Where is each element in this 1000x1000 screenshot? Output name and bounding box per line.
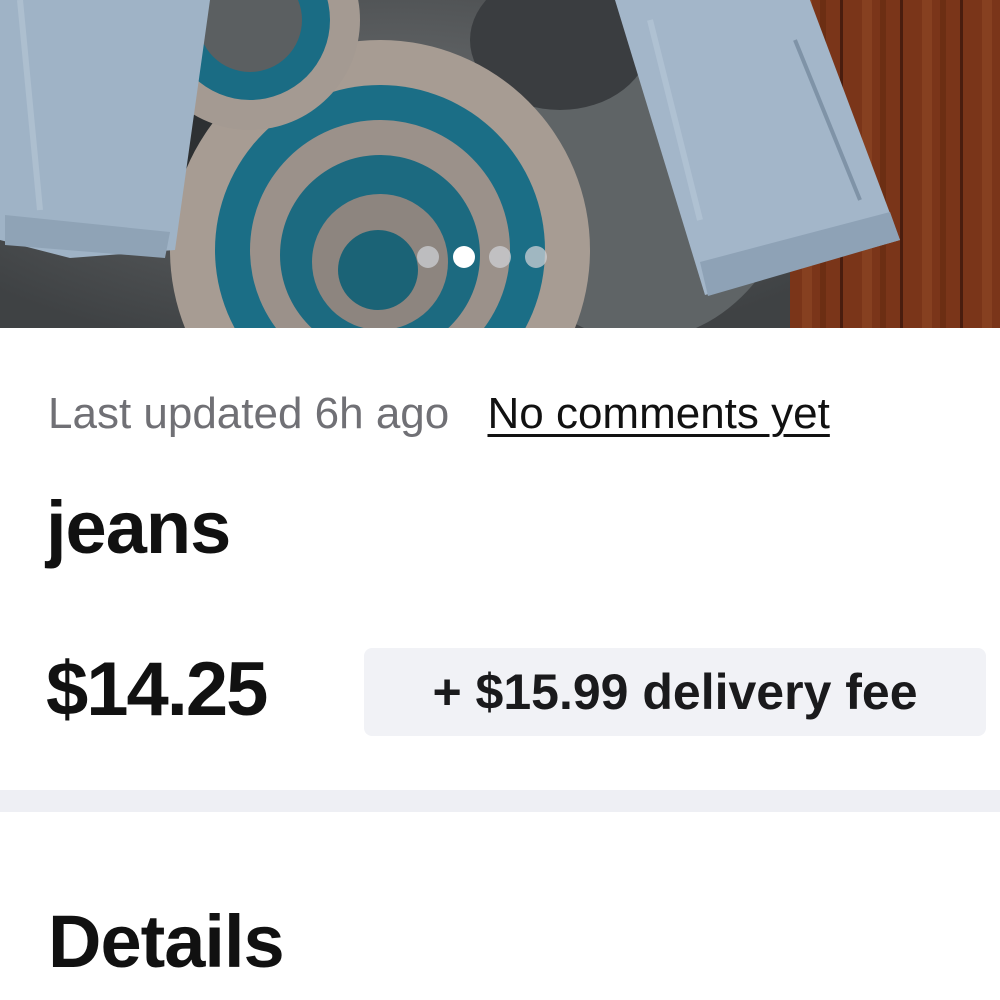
carousel-pagination [415, 243, 587, 271]
carousel-dot[interactable] [489, 246, 511, 268]
carousel-dot[interactable] [417, 246, 439, 268]
listing-photo-carousel[interactable] [0, 0, 1000, 328]
comments-link[interactable]: No comments yet [487, 389, 829, 438]
listing-title: jeans [46, 486, 231, 569]
listing-photo [0, 0, 1000, 328]
listing-price: $14.25 [46, 647, 268, 732]
section-divider [0, 790, 1000, 812]
carousel-dot-active[interactable] [453, 246, 475, 268]
delivery-fee-badge: + $15.99 delivery fee [364, 648, 986, 736]
listing-meta-row: Last updated 6h ago No comments yet [48, 384, 1000, 444]
details-heading: Details [48, 900, 285, 983]
carousel-dot[interactable] [525, 246, 547, 268]
last-updated-text: Last updated 6h ago [48, 389, 450, 438]
